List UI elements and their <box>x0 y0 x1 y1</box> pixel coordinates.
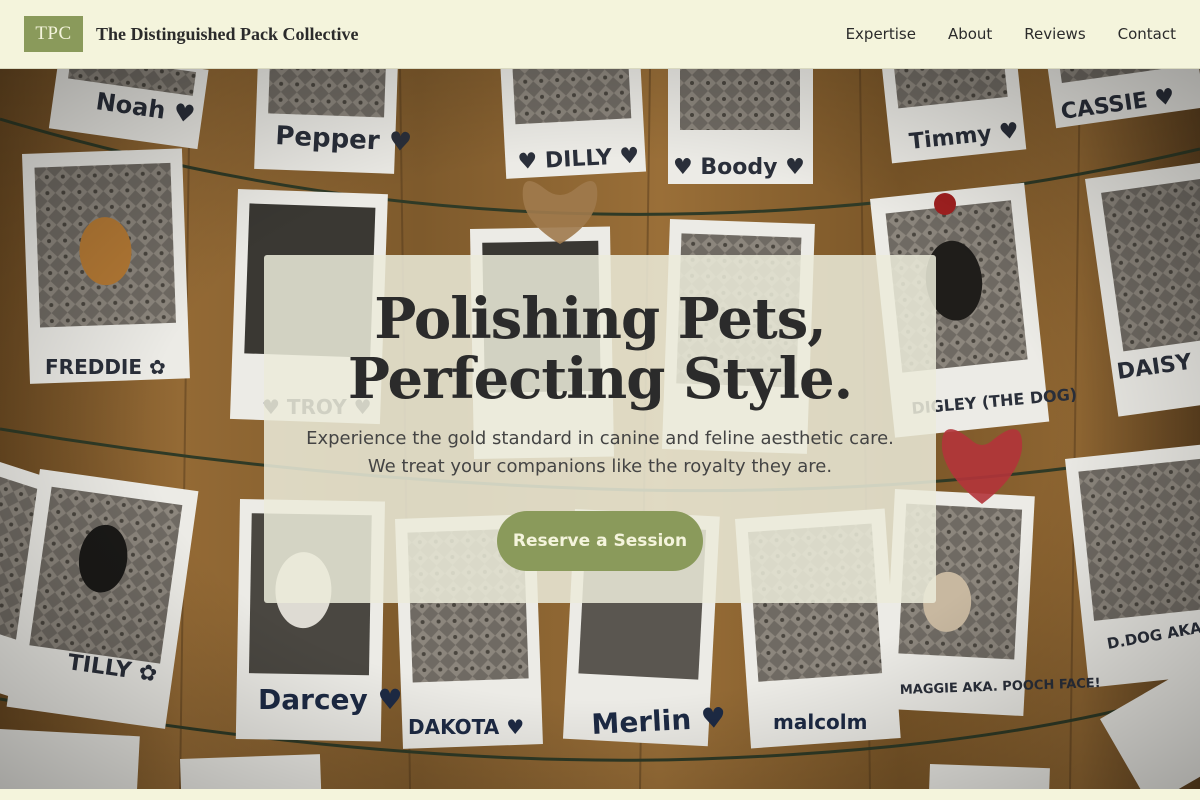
nav-link-contact[interactable]: Contact <box>1118 25 1176 43</box>
reserve-session-button[interactable]: Reserve a Session <box>497 511 703 571</box>
hero-headline-line1: Polishing Pets, <box>374 286 827 352</box>
brand-name[interactable]: The Distinguished Pack Collective <box>96 24 359 45</box>
hero-card: Polishing Pets, Perfecting Style. Experi… <box>264 255 936 603</box>
nav-link-about[interactable]: About <box>948 25 992 43</box>
nav-link-expertise[interactable]: Expertise <box>846 25 916 43</box>
nav-link-reviews[interactable]: Reviews <box>1024 25 1085 43</box>
page-bottom-strip <box>0 789 1200 800</box>
hero-subtext: Experience the gold standard in canine a… <box>306 428 894 477</box>
hero-section: Noah ♥ Pepper ♥ ♥ DILLY ♥ ♥ Boody ♥ Timm… <box>0 69 1200 789</box>
hero-headline-line2: Perfecting Style. <box>347 346 853 412</box>
hero-headline: Polishing Pets, Perfecting Style. <box>264 289 936 409</box>
logo[interactable]: TPC <box>24 16 83 52</box>
site-header: TPC The Distinguished Pack Collective Ex… <box>0 0 1200 69</box>
main-nav: Expertise About Reviews Contact <box>814 25 1176 43</box>
